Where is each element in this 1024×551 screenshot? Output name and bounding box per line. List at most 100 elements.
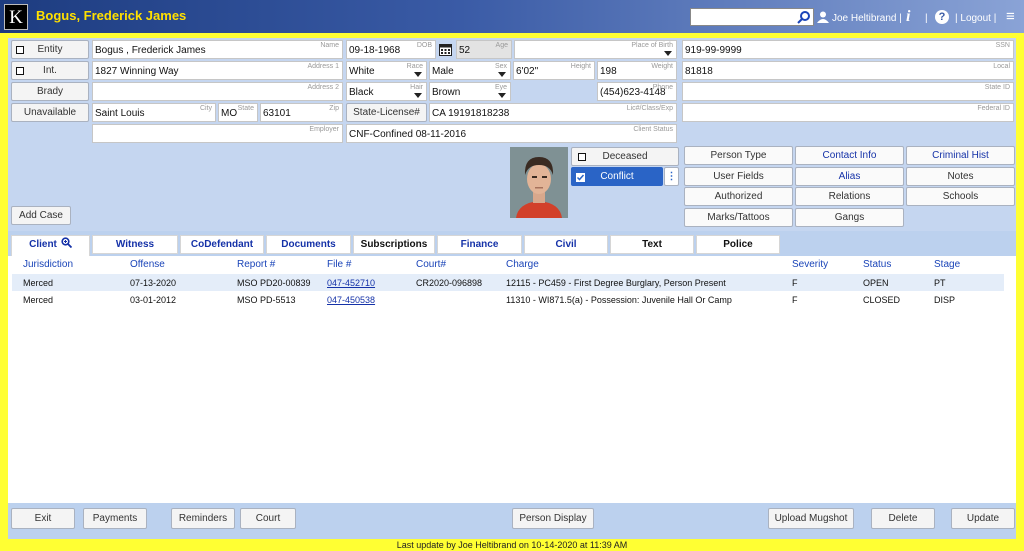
file-link[interactable]: 047-452710: [327, 278, 375, 288]
column-header-report[interactable]: Report #: [237, 259, 275, 270]
tab-client[interactable]: Client: [11, 235, 90, 256]
tab-label: Civil: [555, 239, 577, 250]
column-header-jurisdiction[interactable]: Jurisdiction: [23, 259, 73, 270]
tab-text[interactable]: Text: [610, 235, 694, 254]
side-button-criminal-hist[interactable]: Criminal Hist: [906, 146, 1015, 165]
tab-police[interactable]: Police: [696, 235, 780, 254]
dob-label: DOB: [416, 42, 432, 49]
address1-value: 1827 Winning Way: [95, 66, 179, 77]
help-icon[interactable]: ?: [935, 10, 949, 24]
column-header-file[interactable]: File #: [327, 259, 351, 270]
delete-button[interactable]: Delete: [871, 508, 935, 529]
race-select[interactable]: White Race: [346, 61, 427, 80]
deceased-checkbox[interactable]: [578, 153, 586, 161]
side-button-relations[interactable]: Relations: [795, 187, 904, 206]
person-display-button[interactable]: Person Display: [512, 508, 594, 529]
local-label: Local: [993, 63, 1010, 70]
conflict-button[interactable]: Conflict: [571, 167, 663, 186]
int-checkbox[interactable]: [16, 67, 24, 75]
side-button-notes[interactable]: Notes: [906, 166, 1015, 186]
table-cell: CLOSED: [863, 295, 901, 305]
side-button-person-type[interactable]: Person Type: [684, 146, 793, 165]
tab-finance[interactable]: Finance: [437, 235, 522, 254]
side-button-schools[interactable]: Schools: [906, 187, 1015, 206]
payments-button[interactable]: Payments: [83, 508, 147, 529]
federal-id-field[interactable]: Federal ID: [682, 103, 1014, 122]
local-field[interactable]: 81818 Local: [682, 61, 1014, 80]
search-input[interactable]: [691, 9, 795, 25]
zip-field[interactable]: 63101 Zip: [260, 103, 343, 122]
search-icon[interactable]: [797, 10, 811, 24]
side-button-user-fields[interactable]: User Fields: [684, 166, 793, 186]
unavailable-button[interactable]: Unavailable: [11, 103, 89, 122]
file-link[interactable]: 047-450538: [327, 295, 375, 305]
chevron-down-icon: [498, 93, 506, 98]
tab-civil[interactable]: Civil: [524, 235, 608, 254]
name-field[interactable]: Bogus , Frederick James Name: [92, 40, 343, 59]
tab-codefendant[interactable]: CoDefendant: [180, 235, 264, 254]
exit-button[interactable]: Exit: [11, 508, 75, 529]
reminders-button[interactable]: Reminders: [171, 508, 235, 529]
side-button-marks-tattoos[interactable]: Marks/Tattoos: [684, 207, 793, 227]
weight-field[interactable]: 198 Weight: [597, 61, 677, 80]
name-value: Bogus , Frederick James: [95, 45, 206, 56]
height-field[interactable]: 6'02" Height: [513, 61, 595, 80]
entity-checkbox[interactable]: [16, 46, 24, 54]
client-status-field[interactable]: CNF-Confined 08-11-2016 Client Status: [346, 124, 677, 143]
add-case-button[interactable]: Add Case: [11, 206, 71, 225]
weight-label: Weight: [651, 63, 673, 70]
state-id-field[interactable]: State ID: [682, 82, 1014, 101]
entity-label: Entity: [37, 44, 63, 55]
license-field[interactable]: CA 19191818238 Lic#/Class/Exp: [429, 103, 677, 122]
side-button-authorized[interactable]: Authorized: [684, 187, 793, 206]
entity-button[interactable]: Entity: [11, 40, 89, 59]
user-name[interactable]: Joe Heltibrand |: [832, 13, 902, 24]
brady-button[interactable]: Brady: [11, 82, 89, 101]
info-icon[interactable]: i: [906, 8, 910, 26]
conflict-checkbox[interactable]: [576, 173, 585, 182]
court-button[interactable]: Court: [240, 508, 296, 529]
place-of-birth-select[interactable]: Place of Birth: [514, 40, 677, 59]
side-button-contact-info[interactable]: Contact Info: [795, 146, 904, 165]
eye-select[interactable]: Brown Eye: [429, 82, 511, 101]
kebab-menu-icon[interactable]: ⋮: [664, 167, 679, 186]
table-row[interactable]: Merced 03-01-2012 MSO PD-5513 047-450538 113…: [12, 291, 1004, 308]
zoom-icon[interactable]: [61, 237, 73, 249]
phone-field[interactable]: (454)623-4148 Phone: [597, 82, 677, 101]
menu-icon[interactable]: ≡: [1006, 8, 1015, 25]
column-header-charge[interactable]: Charge: [506, 259, 539, 270]
column-header-severity[interactable]: Severity: [792, 259, 828, 270]
logout-link[interactable]: | Logout |: [955, 13, 996, 24]
column-header-stage[interactable]: Stage: [934, 259, 960, 270]
city-field[interactable]: Saint Louis City: [92, 103, 216, 122]
ssn-field[interactable]: 919-99-9999 SSN: [682, 40, 1014, 59]
address1-field[interactable]: 1827 Winning Way Address 1: [92, 61, 343, 80]
deceased-button[interactable]: Deceased: [571, 147, 679, 166]
upload-mugshot-button[interactable]: Upload Mugshot: [768, 508, 854, 529]
address2-field[interactable]: Address 2: [92, 82, 343, 101]
side-button-gangs[interactable]: Gangs: [795, 207, 904, 227]
dob-field[interactable]: 09-18-1968 DOB: [346, 40, 436, 59]
state-field[interactable]: MO State: [218, 103, 258, 122]
name-label: Name: [320, 42, 339, 49]
tab-label: CoDefendant: [190, 239, 254, 250]
app-window: K Bogus, Frederick James Joe Heltibrand …: [0, 0, 1024, 551]
table-row[interactable]: Merced 07-13-2020 MSO PD20-00839 047-452710…: [12, 274, 1004, 291]
hair-select[interactable]: Black Hair: [346, 82, 427, 101]
employer-field[interactable]: Employer: [92, 124, 343, 143]
state-license-button[interactable]: State-License#: [346, 103, 427, 122]
tab-documents[interactable]: Documents: [266, 235, 351, 254]
tab-witness[interactable]: Witness: [92, 235, 178, 254]
update-button[interactable]: Update: [951, 508, 1015, 529]
column-header-court[interactable]: Court#: [416, 259, 446, 270]
tab-label: Subscriptions: [360, 239, 428, 250]
chevron-down-icon: [414, 93, 422, 98]
tab-label: Documents: [281, 239, 336, 250]
int-button[interactable]: Int.: [11, 61, 89, 80]
side-button-alias[interactable]: Alias: [795, 166, 904, 186]
calendar-icon[interactable]: [439, 43, 452, 56]
tab-subscriptions[interactable]: Subscriptions: [353, 235, 435, 254]
column-header-offense[interactable]: Offense: [130, 259, 165, 270]
column-header-status[interactable]: Status: [863, 259, 891, 270]
sex-select[interactable]: Male Sex: [429, 61, 511, 80]
